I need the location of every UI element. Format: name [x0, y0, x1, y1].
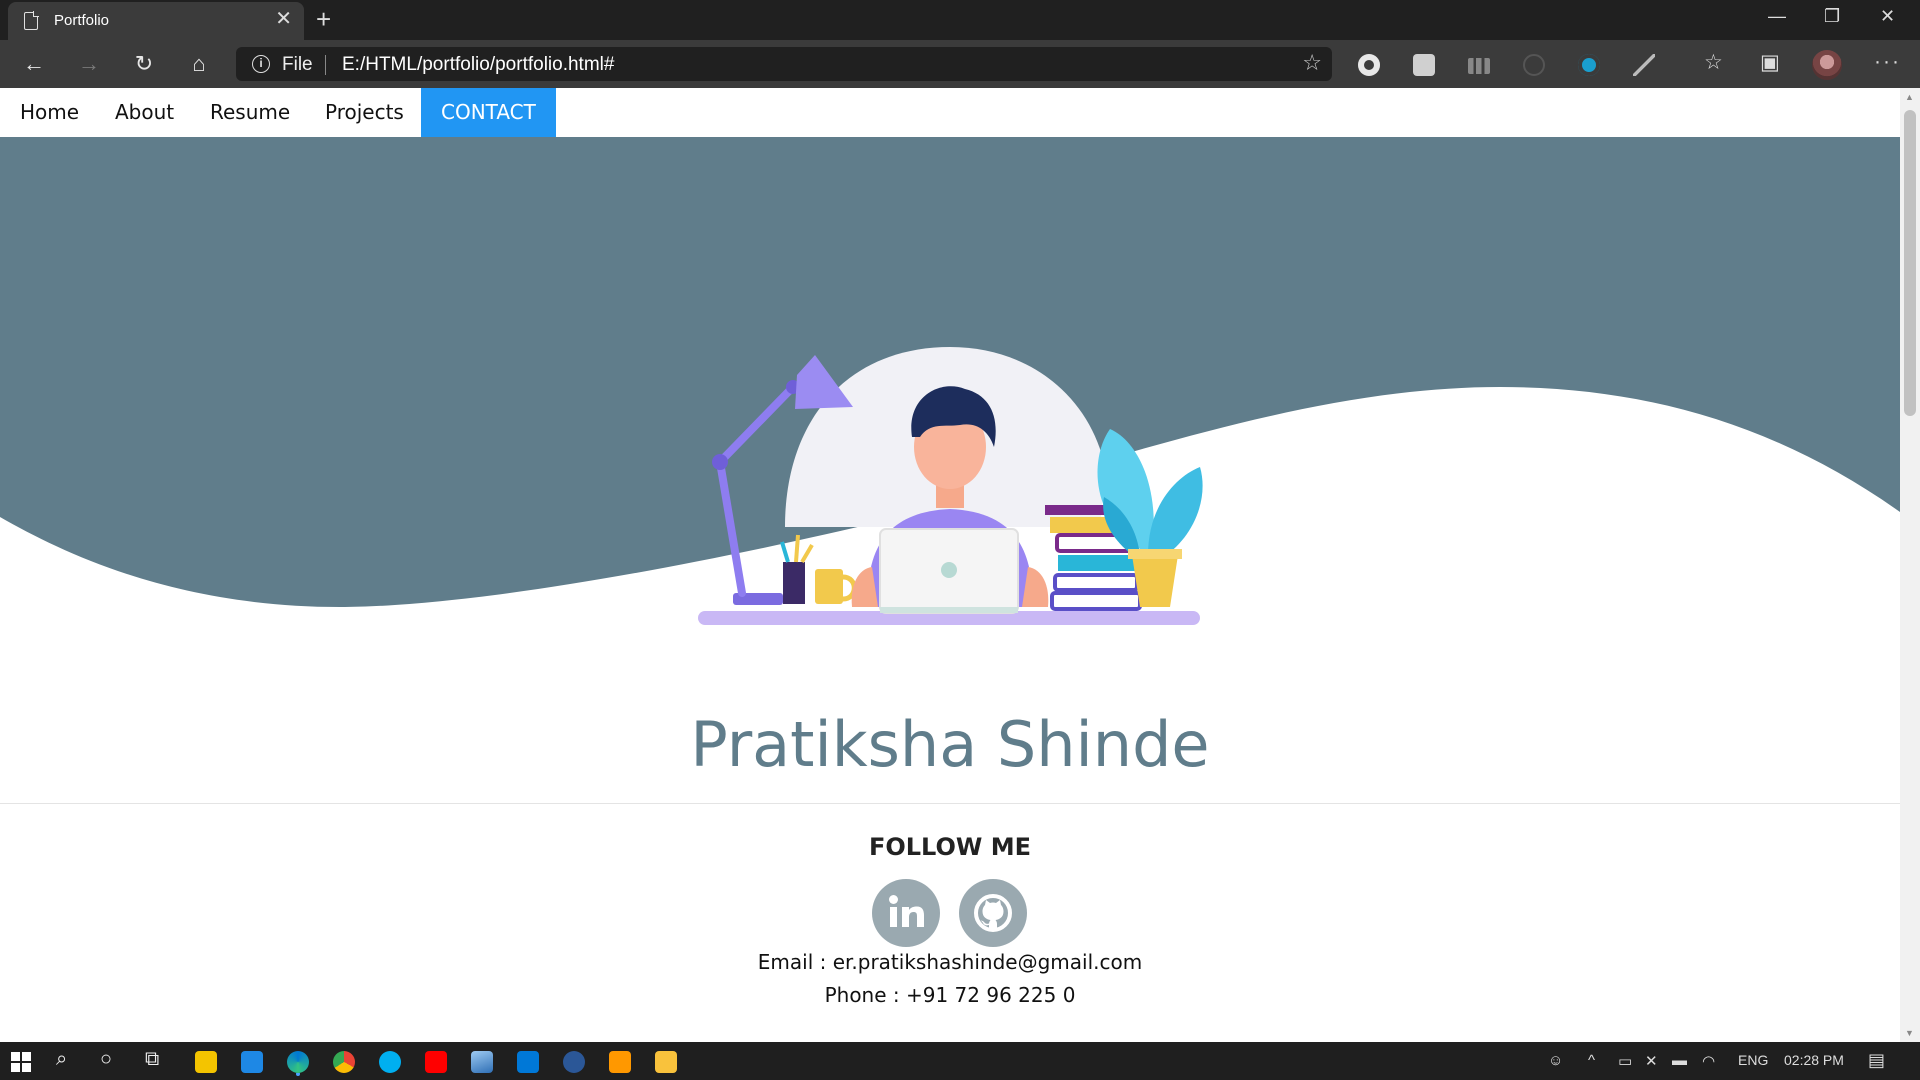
refresh-icon[interactable]: ↻ [128, 50, 160, 78]
pencil-cup [783, 562, 805, 604]
meet-now-icon[interactable]: ▭ [1618, 1052, 1632, 1070]
nav-contact[interactable]: CONTACT [421, 88, 556, 137]
follow-heading: FOLLOW ME [868, 833, 1032, 861]
section-divider [0, 803, 1900, 804]
cortana-icon[interactable]: ○ [100, 1048, 112, 1071]
page-scrollbar[interactable]: ▲ ▼ [1900, 88, 1920, 1042]
wifi-icon[interactable]: ◠ [1702, 1052, 1715, 1070]
site-nav: Home About Resume Projects CONTACT [0, 88, 1900, 137]
more-options-icon[interactable]: ··· [1874, 50, 1901, 74]
linkedin-button[interactable] [872, 879, 940, 947]
file-explorer-icon[interactable] [655, 1051, 677, 1073]
wordpad-icon[interactable] [563, 1051, 585, 1073]
chrome-icon[interactable] [333, 1051, 355, 1073]
mug [815, 569, 843, 604]
extension-circle-icon[interactable] [1578, 54, 1600, 76]
task-view-icon[interactable]: ⧉ [145, 1048, 159, 1071]
address-bar[interactable]: i File E:/HTML/portfolio/portfolio.html#… [236, 47, 1332, 81]
favorite-star-icon[interactable]: ☆ [1302, 50, 1322, 76]
windows-taskbar: ⌕ ○ ⧉ ☺ ^ ▭ ✕ ▬ ◠ ENG 02:28 PM ▤ [0, 1042, 1920, 1080]
profile-avatar[interactable] [1812, 50, 1842, 80]
youtube-icon[interactable] [425, 1051, 447, 1073]
linkedin-icon [889, 895, 924, 927]
page-viewport: Home About Resume Projects CONTACT Prati… [0, 88, 1900, 1042]
nav-about[interactable]: About [115, 88, 174, 137]
vscode-icon[interactable] [517, 1051, 539, 1073]
github-button[interactable] [959, 879, 1027, 947]
extension-chart-icon[interactable] [1468, 58, 1490, 74]
github-icon [974, 894, 1012, 932]
tab-title: Portfolio [54, 12, 110, 29]
new-tab-icon[interactable]: + [316, 4, 331, 34]
extension-pen-icon[interactable] [1633, 54, 1655, 76]
browser-tab[interactable]: Portfolio ✕ [8, 2, 304, 40]
browser-tab-strip: Portfolio ✕ + — ❐ ✕ [0, 0, 1920, 40]
favorites-icon[interactable]: ☆ [1704, 50, 1723, 75]
edge-browser-icon[interactable] [287, 1051, 309, 1073]
scroll-thumb[interactable] [1904, 110, 1916, 416]
scroll-down-icon[interactable]: ▼ [1905, 1028, 1914, 1038]
close-window-icon[interactable]: ✕ [1880, 6, 1895, 27]
volume-muted-icon[interactable]: ✕ [1645, 1052, 1658, 1070]
site-info-icon[interactable]: i [252, 55, 270, 73]
sublime-text-icon[interactable] [609, 1051, 631, 1073]
extension-cube-icon[interactable] [1413, 54, 1435, 76]
forward-icon[interactable]: → [73, 50, 105, 78]
nav-resume[interactable]: Resume [210, 88, 290, 137]
store-icon[interactable] [195, 1051, 217, 1073]
page-icon [24, 11, 39, 30]
contact-phone: Phone : +91 72 96 225 0 [824, 983, 1076, 1007]
minimize-icon[interactable]: — [1768, 6, 1786, 27]
back-icon[interactable]: ← [18, 50, 50, 78]
contact-email: Email : er.pratikshashinde@gmail.com [757, 950, 1143, 974]
people-icon[interactable]: ☺ [1548, 1052, 1563, 1069]
extension-icon-1[interactable] [1358, 54, 1380, 76]
show-hidden-icons-icon[interactable]: ^ [1588, 1052, 1595, 1069]
page-title: Pratiksha Shinde [690, 708, 1210, 781]
url-text[interactable]: E:/HTML/portfolio/portfolio.html# [342, 54, 614, 76]
hero-banner [0, 137, 1900, 625]
address-separator [325, 55, 326, 75]
browser-toolbar: ← → ↻ ⌂ i File E:/HTML/portfolio/portfol… [0, 40, 1920, 88]
scheme-label: File [282, 54, 313, 75]
clock[interactable]: 02:28 PM [1784, 1052, 1844, 1068]
scroll-up-icon[interactable]: ▲ [1905, 92, 1914, 102]
search-icon[interactable]: ⌕ [56, 1048, 67, 1071]
app-icon[interactable] [471, 1051, 493, 1073]
close-tab-icon[interactable]: ✕ [275, 9, 292, 29]
home-icon[interactable]: ⌂ [183, 50, 215, 78]
extension-search-icon[interactable] [1523, 54, 1545, 76]
skype-icon[interactable] [379, 1051, 401, 1073]
mail-icon[interactable] [241, 1051, 263, 1073]
windows-start-icon[interactable] [11, 1052, 31, 1072]
nav-home[interactable]: Home [20, 88, 79, 137]
language-indicator[interactable]: ENG [1738, 1052, 1768, 1068]
nav-projects[interactable]: Projects [325, 88, 404, 137]
collections-icon[interactable]: ▣ [1760, 50, 1780, 75]
action-center-icon[interactable]: ▤ [1868, 1050, 1885, 1071]
restore-icon[interactable]: ❐ [1824, 6, 1840, 27]
battery-icon[interactable]: ▬ [1672, 1052, 1687, 1069]
